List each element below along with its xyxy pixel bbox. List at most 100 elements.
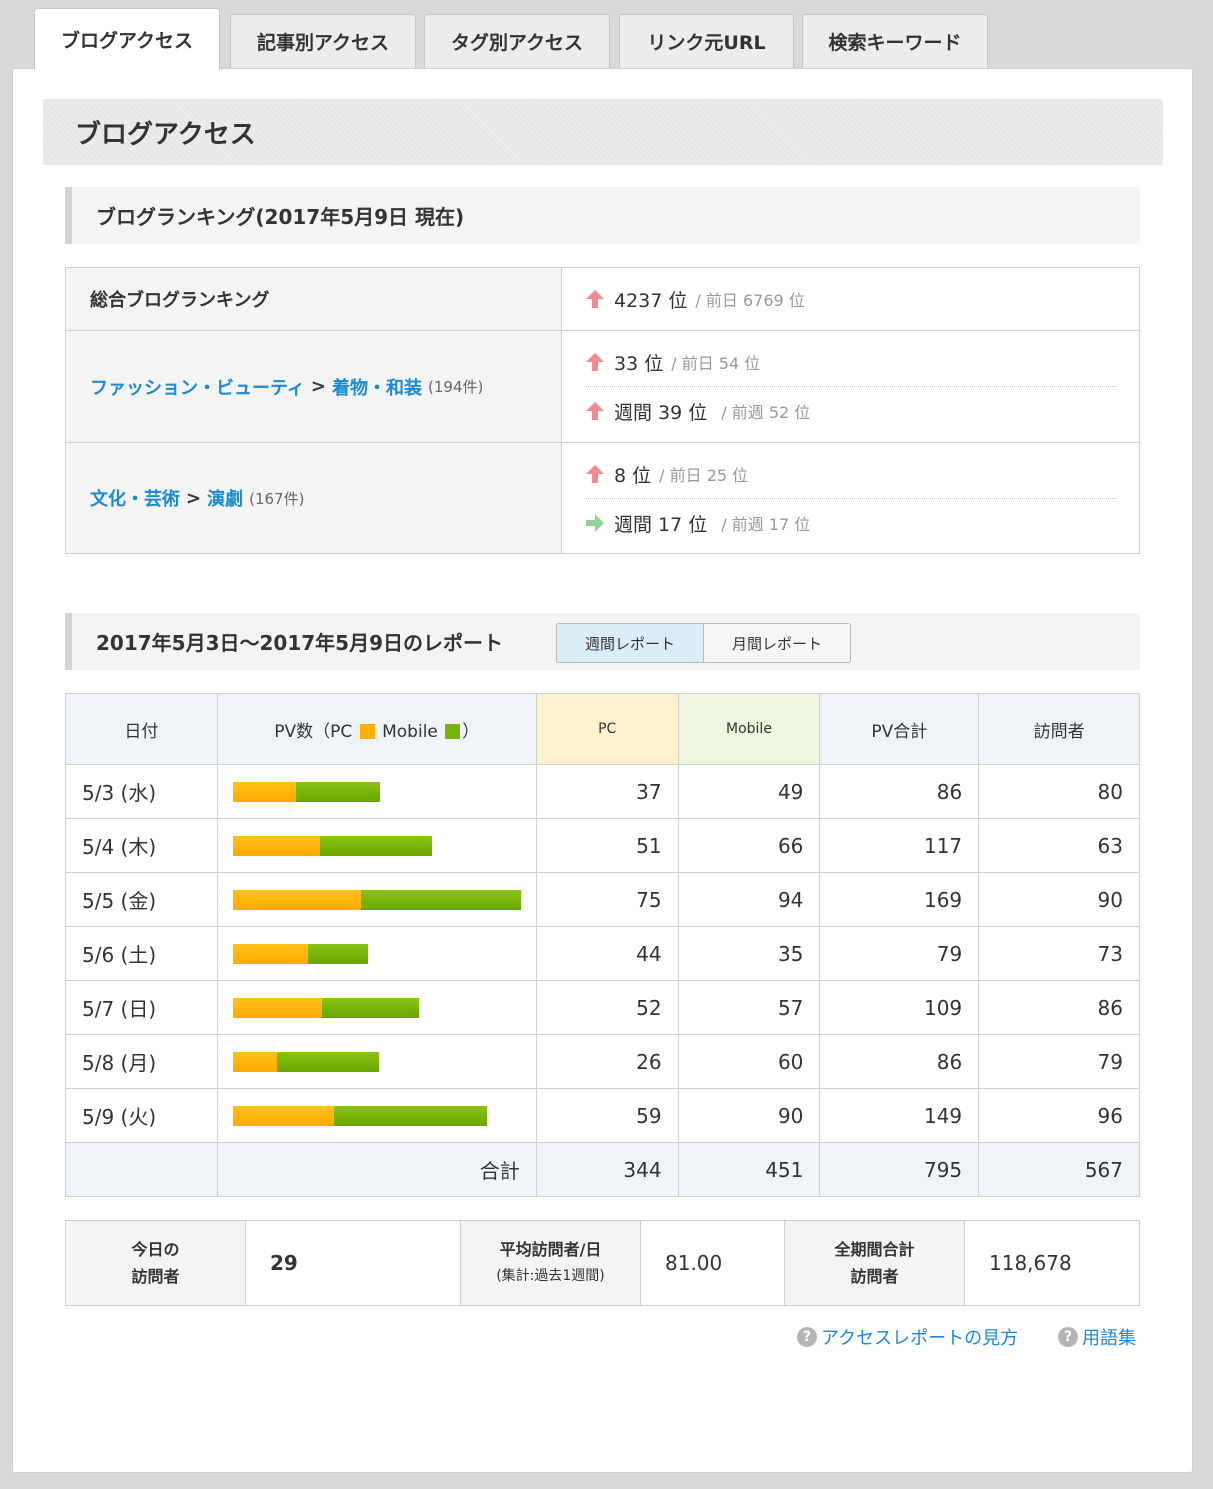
tab-search-keyword[interactable]: 検索キーワード [802,14,988,68]
date-cell: 5/8 (月) [65,1034,218,1089]
breadcrumb-separator: > [186,487,202,509]
mobile-cell: 35 [677,926,821,981]
pv-bar-cell [216,764,537,819]
total-empty-cell [65,1142,218,1197]
pc-cell: 59 [535,1088,679,1143]
mobile-cell: 60 [677,1034,821,1089]
visitors-cell: 86 [978,980,1140,1035]
col-header-date: 日付 [65,693,218,765]
visitors-cell: 90 [978,872,1140,927]
all-visitors-label: 全期間合計 訪問者 [785,1221,965,1305]
total-pc: 344 [535,1142,679,1197]
pc-bar-segment [232,943,308,964]
pc-bar-segment [232,997,322,1018]
tab-blog-access[interactable]: ブログアクセス [34,8,220,70]
weekly-report-button[interactable]: 週間レポート [557,624,704,662]
pc-cell: 51 [535,818,679,873]
pv-bar [232,781,536,802]
pv-bar-cell [216,926,537,981]
pv-bar [232,889,536,910]
visitors-cell: 63 [978,818,1140,873]
mobile-cell: 66 [677,818,821,873]
pv-total-cell: 86 [819,764,980,819]
visitor-summary: 今日の 訪問者 29 平均訪問者/日 (集計:過去1週間) 81.00 全期間合… [65,1220,1140,1306]
col-header-pv: PV数（PC Mobile ） [216,693,537,765]
glossary-link-label: 用語集 [1082,1328,1136,1349]
category-link[interactable]: ファッション・ビューティ [90,374,305,400]
today-label-line1: 今日の [131,1240,180,1259]
pc-bar-segment [232,889,361,910]
table-total-row: 合計 344 451 795 567 [65,1142,1140,1197]
date-cell: 5/7 (日) [65,980,218,1035]
mobile-bar-segment [295,781,380,802]
tab-tag-access[interactable]: タグ別アクセス [424,14,610,68]
pv-header-prefix: PV数（PC [274,721,353,742]
col-header-pv-total: PV合計 [819,693,980,765]
all-label-line1: 全期間合計 [834,1240,915,1259]
mobile-bar-segment [321,997,419,1018]
all-label-line2: 訪問者 [850,1267,899,1286]
ranking-row-category: ファッション・ビューティ > 着物・和装 (194件) 33 位 / 前日 54… [66,330,1139,442]
pv-header-mobile: Mobile [382,721,438,742]
pv-bar [232,835,536,856]
subcategory-link[interactable]: 演劇 [207,485,243,511]
mobile-cell: 90 [677,1088,821,1143]
pv-total-cell: 86 [819,1034,980,1089]
table-header-row: 日付 PV数（PC Mobile ） PC Mobile PV合計 訪問者 [65,693,1140,765]
arrow-up-icon [586,353,604,371]
date-cell: 5/9 (火) [65,1088,218,1143]
arrow-right-icon [586,514,604,532]
pc-bar-segment [232,781,296,802]
mobile-cell: 57 [677,980,821,1035]
help-icon: ? [1058,1327,1078,1347]
tab-article-access[interactable]: 記事別アクセス [230,14,416,68]
rank-previous: / 前日 6769 位 [695,291,805,310]
ranking-row-overall: 総合ブログランキング 4237 位 / 前日 6769 位 [66,268,1139,330]
avg-label-line2: (集計:過去1週間) [496,1268,605,1284]
rank-previous: / 前日 54 位 [671,354,761,373]
subcategory-link[interactable]: 着物・和装 [332,374,422,400]
pv-total-cell: 117 [819,818,980,873]
pv-total-cell: 169 [819,872,980,927]
ranking-heading: ブログランキング(2017年5月9日 現在) [65,187,1140,244]
col-header-visitors: 訪問者 [978,693,1140,765]
table-row: 5/4 (木) 51 66 117 63 [65,818,1140,873]
rank-weekly-value: 週間 39 位 [614,401,708,424]
table-row: 5/5 (金) 75 94 169 90 [65,872,1140,927]
pv-header-suffix: ） [462,721,480,742]
pc-cell: 26 [535,1034,679,1089]
glossary-link[interactable]: ? 用語集 [1058,1324,1136,1350]
pv-bar [232,943,536,964]
ranking-label: ファッション・ビューティ > 着物・和装 (194件) [66,331,562,442]
help-icon: ? [797,1327,817,1347]
rank-value: 33 位 [614,352,664,375]
arrow-up-icon [586,290,604,308]
pc-cell: 75 [535,872,679,927]
mobile-bar-segment [333,1105,487,1126]
table-row: 5/8 (月) 26 60 86 79 [65,1034,1140,1089]
pc-bar-segment [232,1105,334,1126]
rank-value: 8 位 [614,464,652,487]
mobile-legend-swatch [445,723,461,739]
monthly-report-button[interactable]: 月間レポート [704,624,850,662]
table-row: 5/7 (日) 52 57 109 86 [65,980,1140,1035]
access-report-table: 日付 PV数（PC Mobile ） PC Mobile PV合計 訪問者 5/… [65,693,1140,1197]
total-pv: 795 [819,1142,980,1197]
pv-bar-cell [216,1088,537,1143]
rank-weekly-previous: / 前週 52 位 [721,403,811,422]
col-header-pc: PC [535,693,679,765]
rank-weekly-previous: / 前週 17 位 [721,515,811,534]
category-count: (194件) [428,378,484,396]
pv-bar [232,1105,536,1126]
mobile-cell: 94 [677,872,821,927]
today-label-line2: 訪問者 [131,1267,180,1286]
page-title: ブログアクセス [43,99,1163,165]
category-link[interactable]: 文化・芸術 [90,485,180,511]
avg-visitors-label: 平均訪問者/日 (集計:過去1週間) [461,1221,641,1305]
access-report-guide-link[interactable]: ? アクセスレポートの見方 [797,1324,1018,1350]
table-row: 5/3 (水) 37 49 86 80 [65,764,1140,819]
arrow-up-icon [586,465,604,483]
arrow-up-icon [586,402,604,420]
tab-referrer-url[interactable]: リンク元URL [619,14,794,68]
total-label: 合計 [216,1142,537,1197]
